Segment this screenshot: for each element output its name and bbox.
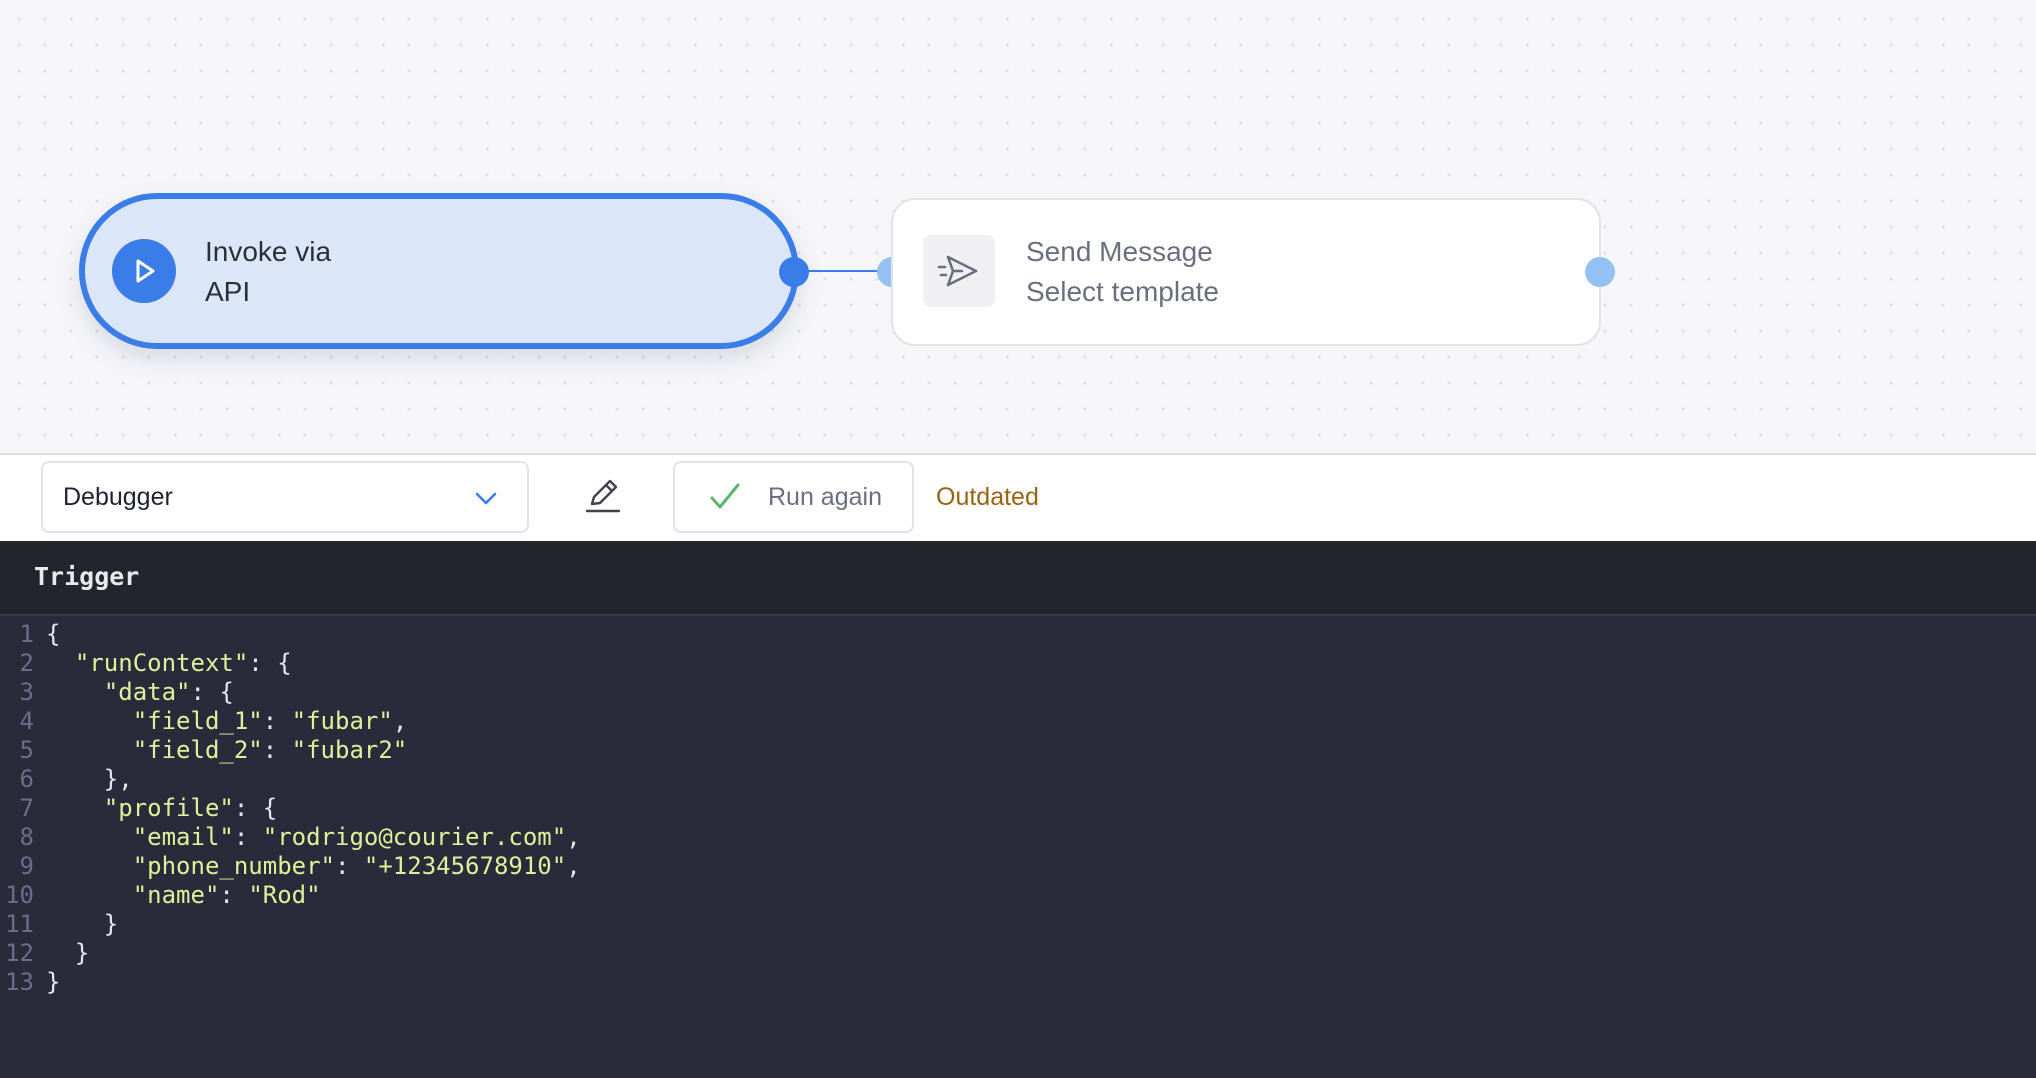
code-line: 13}	[0, 968, 581, 997]
trigger-node-title: Invoke via API	[205, 236, 332, 307]
code-line: 10 "name": "Rod"	[0, 881, 581, 910]
line-number: 7	[19, 794, 34, 822]
code-text: "phone_number": "+12345678910",	[132, 852, 581, 880]
code-text: "field_1": "fubar",	[132, 707, 408, 735]
send-icon	[923, 235, 995, 307]
panel-header	[0, 541, 2036, 616]
line-number: 6	[19, 765, 34, 793]
code-line: 3 "data": {	[0, 678, 581, 707]
edit-button[interactable]	[580, 474, 626, 520]
line-number: 1	[19, 620, 34, 648]
code-line: 11 }	[0, 910, 581, 939]
code-text: "runContext": {	[74, 649, 292, 677]
run-again-label: Run again	[768, 483, 882, 511]
code-text: }	[46, 939, 90, 967]
line-number: 3	[19, 678, 34, 706]
code-line: 2 "runContext": {	[0, 649, 581, 678]
trigger-output-port[interactable]	[779, 257, 809, 287]
code-text: "email": "rodrigo@courier.com",	[132, 823, 581, 851]
view-dropdown-value: Debugger	[63, 483, 173, 511]
chevron-down-icon	[474, 486, 498, 510]
trigger-node[interactable]	[79, 193, 799, 349]
status-badge: Outdated	[936, 483, 1039, 511]
select-template-link[interactable]: Select template	[1026, 272, 1219, 312]
code-text: },	[46, 765, 133, 793]
code-lines: 1{2 "runContext": {3 "data": {4 "field_1…	[0, 620, 581, 997]
code-line: 1{	[0, 620, 581, 649]
code-text: }	[46, 968, 61, 996]
line-number: 13	[5, 968, 34, 996]
code-text: "profile": {	[103, 794, 278, 822]
code-line: 9 "phone_number": "+12345678910",	[0, 852, 581, 881]
line-number: 4	[19, 707, 34, 735]
line-number: 12	[5, 939, 34, 967]
pencil-icon	[583, 475, 623, 520]
line-number: 10	[5, 881, 34, 909]
code-text: "data": {	[103, 678, 234, 706]
code-line: 4 "field_1": "fubar",	[0, 707, 581, 736]
code-text: {	[46, 620, 61, 648]
code-line: 5 "field_2": "fubar2"	[0, 736, 581, 765]
code-line: 8 "email": "rodrigo@courier.com",	[0, 823, 581, 852]
line-number: 9	[19, 852, 34, 880]
line-number: 5	[19, 736, 34, 764]
code-text: "field_2": "fubar2"	[132, 736, 408, 764]
action-output-port[interactable]	[1585, 257, 1615, 287]
code-line: 6 },	[0, 765, 581, 794]
code-text: }	[46, 910, 119, 938]
play-icon	[112, 239, 176, 303]
send-message-title: Send Message	[1026, 236, 1213, 267]
panel-title: Trigger	[34, 562, 140, 591]
send-message-node[interactable]	[891, 198, 1601, 346]
code-line: 7 "profile": {	[0, 794, 581, 823]
code-line: 12 }	[0, 939, 581, 968]
code-text: "name": "Rod"	[132, 881, 321, 909]
check-icon	[708, 482, 742, 512]
line-number: 8	[19, 823, 34, 851]
line-number: 11	[5, 910, 34, 938]
line-number: 2	[19, 649, 34, 677]
